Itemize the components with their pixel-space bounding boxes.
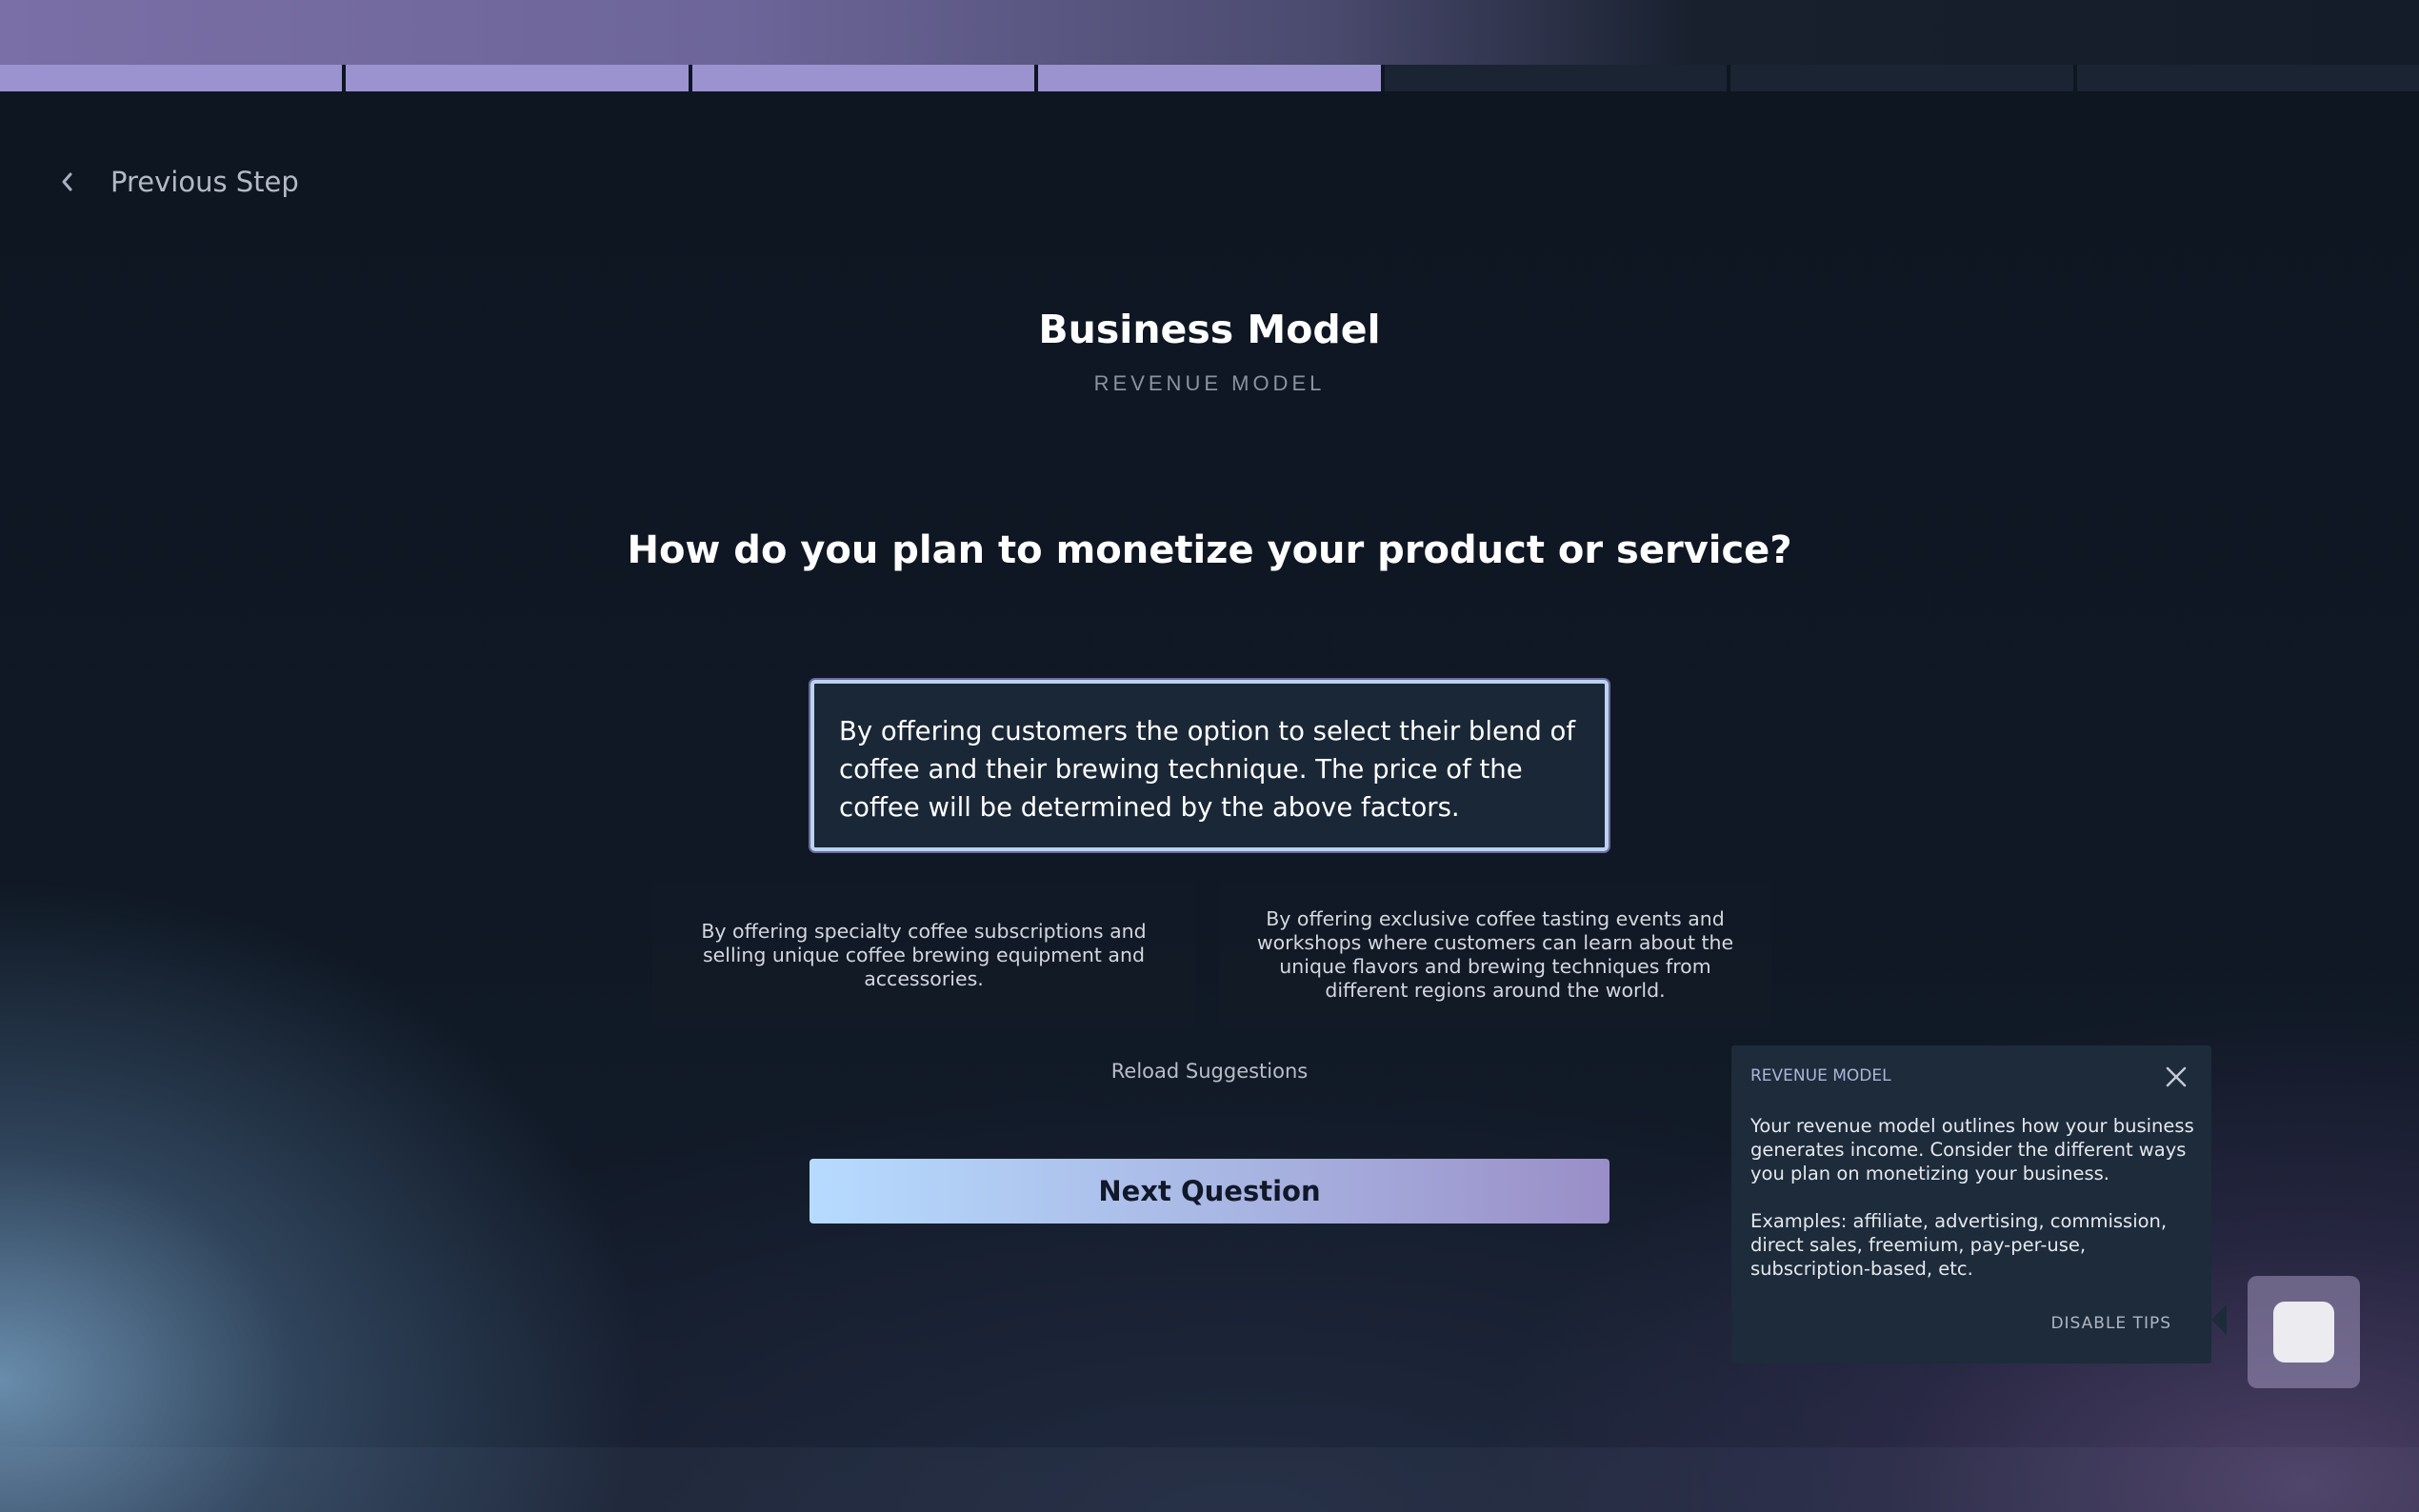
chevron-left-icon [62, 172, 72, 191]
tip-pointer [2211, 1304, 2227, 1335]
previous-step-link[interactable]: Previous Step [53, 160, 299, 204]
bottom-band [0, 1447, 2419, 1512]
tip-paragraph: Your revenue model outlines how your bus… [1750, 1115, 2194, 1184]
previous-step-label: Previous Step [110, 166, 299, 198]
tip-paragraph: Examples: affiliate, advertising, commis… [1750, 1210, 2168, 1280]
progress-segment-complete [691, 65, 1035, 91]
progress-segment-pending [1730, 65, 2073, 91]
suggestion-text: By offering exclusive coffee tasting eve… [1256, 907, 1734, 1002]
close-icon[interactable] [2164, 1064, 2189, 1089]
suggestion-card[interactable]: By offering exclusive coffee tasting eve… [1219, 884, 1771, 1026]
progress-segment-pending [2076, 65, 2419, 91]
progress-segment-complete [1038, 65, 1381, 91]
app-window: Previous Step Business Model REVENUE MOD… [0, 0, 2419, 1512]
disable-tips-button[interactable]: DISABLE TIPS [2050, 1314, 2171, 1333]
assistant-button[interactable] [2248, 1276, 2360, 1388]
tip-body: Your revenue model outlines how your bus… [1750, 1114, 2198, 1304]
next-question-button[interactable]: Next Question [810, 1159, 1609, 1224]
progress-segment-pending [1384, 65, 1728, 91]
tip-heading: REVENUE MODEL [1750, 1066, 1891, 1085]
progress-bar [0, 65, 2419, 91]
question-text: How do you plan to monetize your product… [627, 528, 1792, 572]
suggestion-text: By offering specialty coffee subscriptio… [701, 919, 1147, 990]
assistant-icon [2273, 1302, 2334, 1363]
tip-panel: REVENUE MODEL Your revenue model outline… [1731, 1045, 2211, 1363]
progress-segment-complete [346, 65, 689, 91]
page-subtitle: REVENUE MODEL [1093, 371, 1326, 395]
answer-textarea[interactable]: By offering customers the option to sele… [810, 680, 1609, 851]
top-glow [0, 0, 2419, 65]
page-title: Business Model [1038, 307, 1381, 352]
suggestion-card[interactable]: By offering specialty coffee subscriptio… [652, 884, 1195, 1026]
progress-segment-complete [0, 65, 343, 91]
